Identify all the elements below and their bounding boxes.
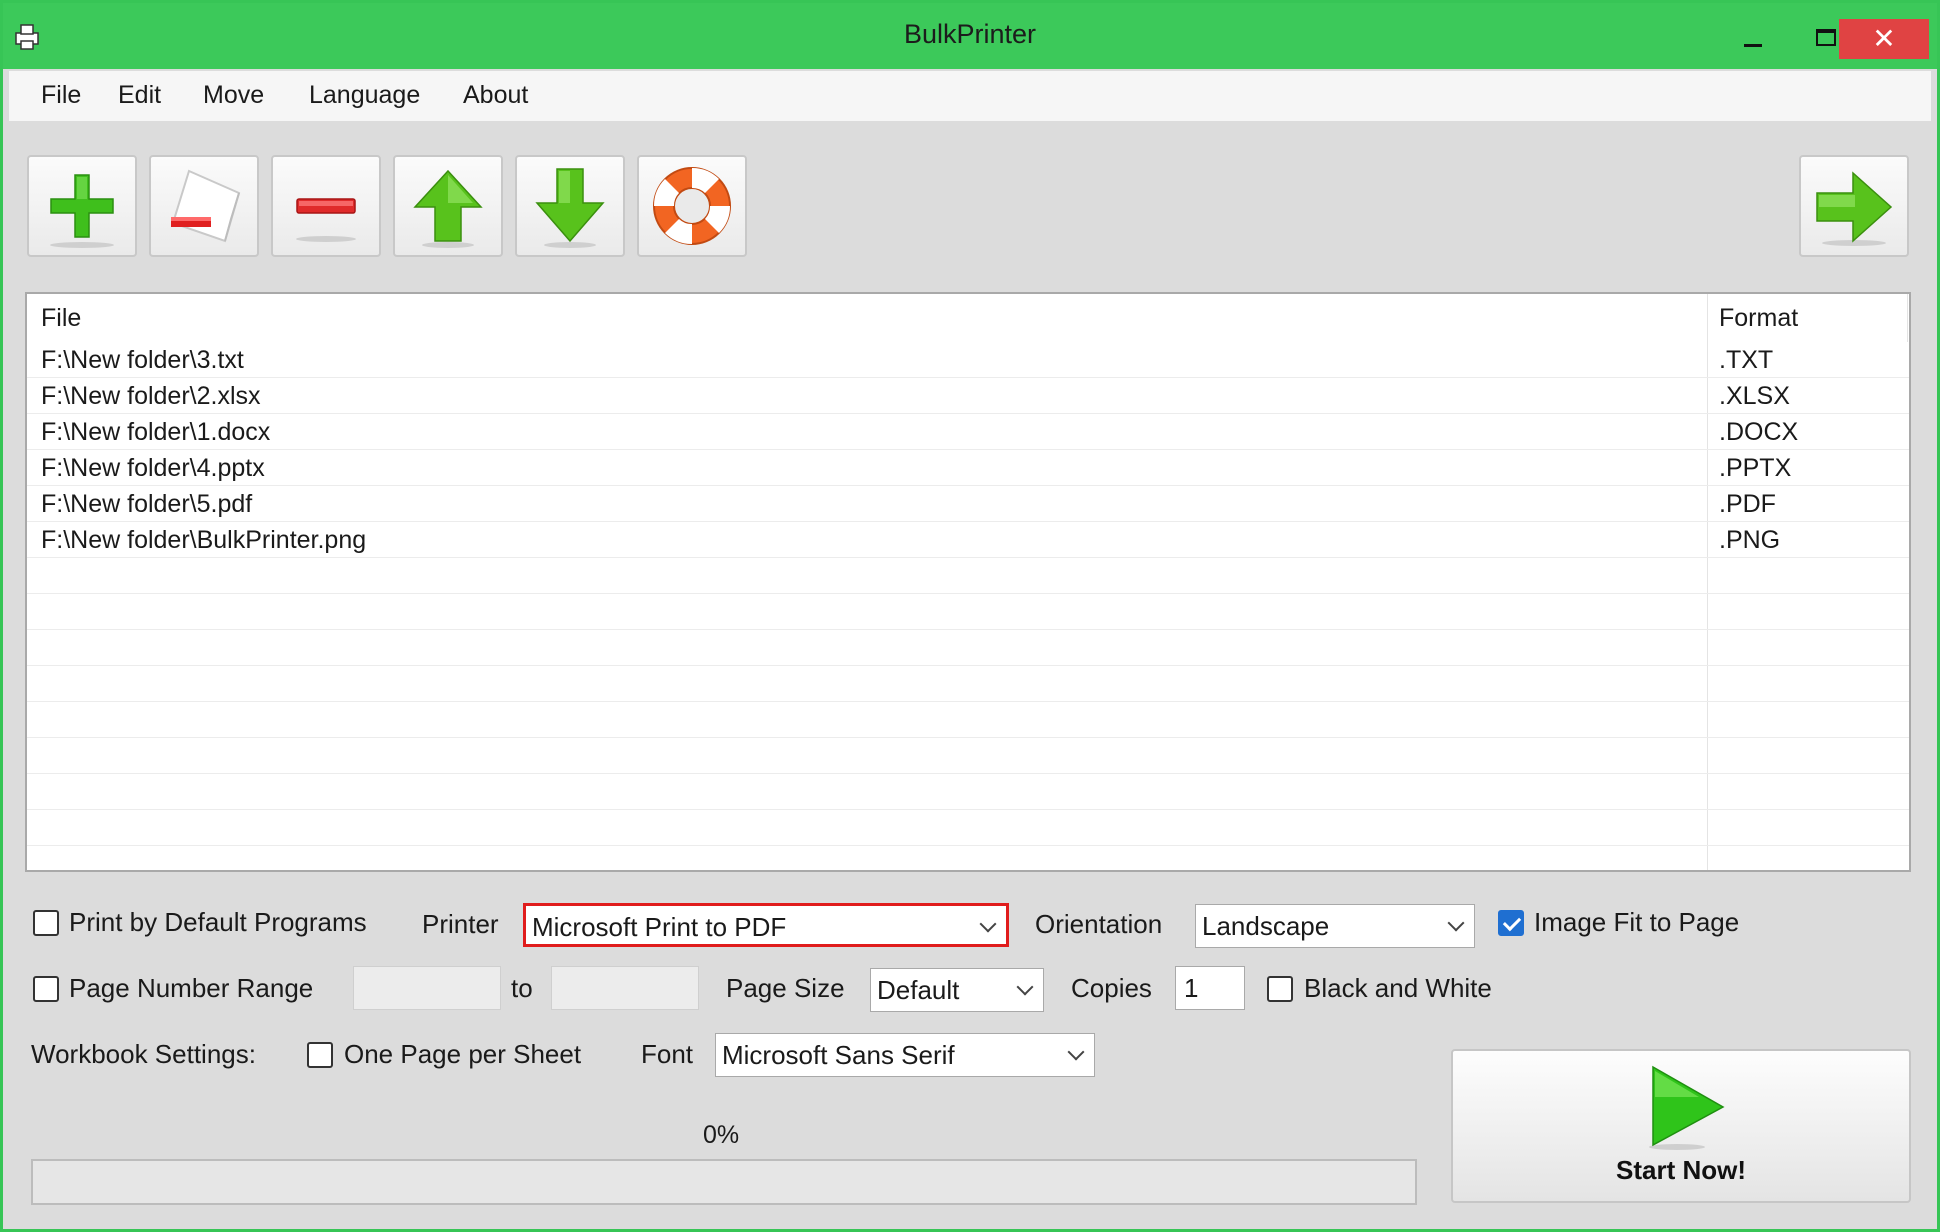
empty-row: [27, 630, 1909, 666]
page-range-to-field[interactable]: [551, 966, 699, 1010]
font-select[interactable]: Microsoft Sans Serif: [715, 1033, 1095, 1077]
menu-edit[interactable]: Edit: [118, 81, 161, 110]
chevron-down-icon: [979, 915, 997, 933]
empty-row: [27, 702, 1909, 738]
image-fit-to-page-label: Image Fit to Page: [1534, 907, 1740, 937]
font-label: Font: [641, 1039, 694, 1069]
empty-row: [27, 738, 1909, 774]
document-remove-icon: [171, 169, 241, 243]
file-path-cell: F:\New folder\5.pdf: [41, 490, 253, 518]
menu-file[interactable]: File: [41, 81, 81, 110]
printer-select[interactable]: Microsoft Print to PDF: [523, 903, 1009, 947]
move-up-button[interactable]: [393, 155, 503, 257]
menu-language[interactable]: Language: [309, 81, 420, 110]
empty-row: [27, 810, 1909, 846]
orientation-select-value: Landscape: [1202, 911, 1330, 941]
image-fit-to-page-checkbox[interactable]: [1498, 910, 1524, 936]
add-files-button[interactable]: [27, 155, 137, 257]
page-number-range-label: Page Number Range: [69, 973, 314, 1003]
file-path-cell: F:\New folder\BulkPrinter.png: [41, 526, 367, 554]
empty-row: [27, 666, 1909, 702]
page-size-select-value: Default: [877, 975, 960, 1005]
empty-row: [27, 774, 1909, 810]
copies-field[interactable]: 1: [1175, 966, 1245, 1010]
empty-row: [27, 594, 1909, 630]
page-size-label: Page Size: [726, 973, 845, 1003]
print-default-programs-label: Print by Default Programs: [69, 907, 367, 937]
empty-row: [27, 558, 1909, 594]
next-button[interactable]: [1799, 155, 1909, 257]
minus-icon: [296, 198, 356, 242]
format-cell: .PDF: [1719, 490, 1776, 518]
start-now-label: Start Now!: [1616, 1155, 1746, 1185]
plus-icon: [50, 174, 114, 248]
menu-about[interactable]: About: [463, 81, 528, 110]
start-now-button[interactable]: Start Now!: [1451, 1049, 1911, 1203]
format-cell: .DOCX: [1719, 418, 1799, 446]
table-row[interactable]: F:\New folder\5.pdf .PDF: [27, 486, 1909, 522]
print-default-programs-checkbox[interactable]: [33, 910, 59, 936]
one-page-per-sheet-label: One Page per Sheet: [344, 1039, 582, 1069]
menu-bar: File Edit Move Language About: [9, 71, 1931, 121]
page-number-range-checkbox[interactable]: [33, 976, 59, 1002]
maximize-icon: [1816, 28, 1836, 46]
printer-label: Printer: [422, 909, 499, 939]
format-cell: .XLSX: [1719, 382, 1790, 410]
play-icon: [1649, 1065, 1725, 1150]
copies-label: Copies: [1071, 973, 1152, 1003]
close-button[interactable]: ✕: [1839, 19, 1929, 59]
page-range-to-label: to: [511, 973, 533, 1003]
progress-bar: [31, 1159, 1417, 1205]
menu-move[interactable]: Move: [203, 81, 264, 110]
table-row[interactable]: F:\New folder\3.txt .TXT: [27, 342, 1909, 378]
clear-list-button[interactable]: [271, 155, 381, 257]
black-and-white-label: Black and White: [1304, 973, 1492, 1003]
progress-percent-label: 0%: [703, 1121, 740, 1149]
format-cell: .TXT: [1719, 346, 1774, 374]
file-path-cell: F:\New folder\4.pptx: [41, 454, 265, 482]
table-row[interactable]: F:\New folder\BulkPrinter.png .PNG: [27, 522, 1909, 558]
arrow-down-icon: [535, 168, 605, 248]
chevron-down-icon: [1447, 914, 1465, 932]
column-header-file[interactable]: File: [41, 304, 81, 333]
page-range-from-field[interactable]: [353, 966, 501, 1010]
chevron-down-icon: [1067, 1043, 1085, 1061]
app-window: BulkPrinter ✕ File Edit Move Language Ab…: [0, 0, 1940, 1232]
move-down-button[interactable]: [515, 155, 625, 257]
arrow-up-icon: [413, 169, 483, 248]
table-header: File Format: [27, 294, 1909, 342]
column-header-format[interactable]: Format: [1719, 304, 1798, 333]
chevron-down-icon: [1016, 978, 1034, 996]
printer-select-value: Microsoft Print to PDF: [532, 912, 787, 942]
close-icon: ✕: [1872, 22, 1896, 55]
lifebuoy-icon: [653, 167, 731, 245]
format-cell: .PNG: [1719, 526, 1781, 554]
table-row[interactable]: F:\New folder\1.docx .DOCX: [27, 414, 1909, 450]
page-size-select[interactable]: Default: [870, 968, 1044, 1012]
remove-file-button[interactable]: [149, 155, 259, 257]
orientation-label: Orientation: [1035, 909, 1163, 939]
file-path-cell: F:\New folder\3.txt: [41, 346, 244, 374]
format-cell: .PPTX: [1719, 454, 1792, 482]
window-title: BulkPrinter: [903, 19, 1037, 49]
minimize-button[interactable]: [1718, 17, 1788, 57]
title-bar[interactable]: BulkPrinter ✕: [3, 3, 1937, 69]
file-path-cell: F:\New folder\2.xlsx: [41, 382, 261, 410]
font-select-value: Microsoft Sans Serif: [722, 1040, 955, 1070]
minimize-icon: [1744, 43, 1762, 47]
table-row[interactable]: F:\New folder\4.pptx .PPTX: [27, 450, 1909, 486]
file-path-cell: F:\New folder\1.docx: [41, 418, 271, 446]
one-page-per-sheet-checkbox[interactable]: [307, 1042, 333, 1068]
arrow-right-icon: [1816, 171, 1893, 246]
table-row[interactable]: F:\New folder\2.xlsx .XLSX: [27, 378, 1909, 414]
help-button[interactable]: [637, 155, 747, 257]
file-list-table[interactable]: File Format F:\New folder\3.txt .TXT F:\…: [25, 292, 1911, 872]
black-and-white-checkbox[interactable]: [1267, 976, 1293, 1002]
workbook-settings-label: Workbook Settings:: [31, 1039, 256, 1069]
orientation-select[interactable]: Landscape: [1195, 904, 1475, 948]
column-divider: [1907, 294, 1908, 342]
